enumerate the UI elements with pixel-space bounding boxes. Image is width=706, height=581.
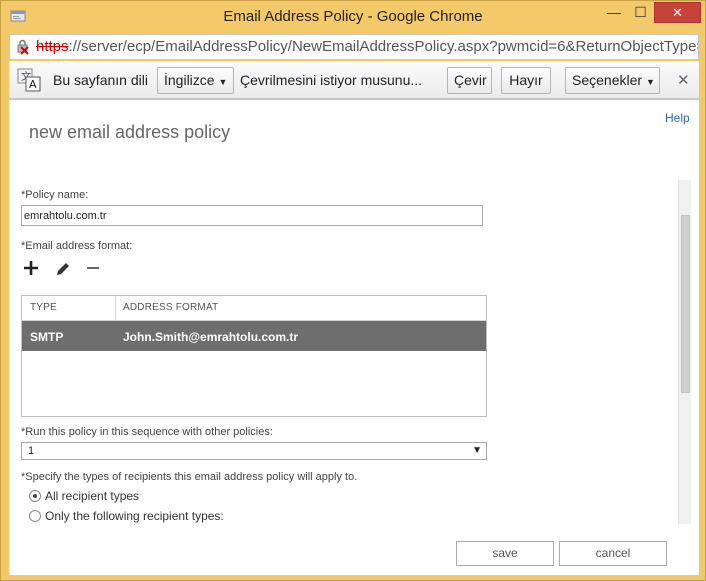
translate-prompt: Bu sayfanın dili: [53, 72, 148, 88]
address-bar[interactable]: https://server/ecp/EmailAddressPolicy/Ne…: [9, 34, 699, 60]
remove-icon[interactable]: [85, 260, 101, 281]
translate-question: Çevrilmesini istiyor musunu...: [240, 72, 423, 88]
policy-name-label: *Policy name:: [21, 189, 89, 201]
recipients-label: *Specify the types of recipients this em…: [21, 471, 358, 483]
address-format-label: *Email address format:: [21, 240, 133, 252]
radio-unchecked-icon: [29, 510, 41, 522]
column-address-format[interactable]: ADDRESS FORMAT: [123, 302, 218, 313]
maximize-button[interactable]: ☐: [627, 2, 654, 23]
close-translate-icon[interactable]: ✕: [677, 71, 690, 89]
add-icon[interactable]: [23, 260, 39, 281]
format-toolbar: [23, 260, 113, 282]
sequence-label: *Run this policy in this sequence with o…: [21, 426, 273, 438]
help-link[interactable]: Help: [665, 111, 690, 125]
url-path: ://server/ecp/EmailAddressPolicy/NewEmai…: [68, 38, 699, 55]
radio-following-recipients[interactable]: Only the following recipient types:: [29, 509, 224, 523]
sequence-select[interactable]: 1 ▼: [21, 442, 487, 460]
radio-following-label: Only the following recipient types:: [45, 509, 224, 523]
translate-bar: 文 A Bu sayfanın dili İngilizce ▼ Çevrilm…: [9, 61, 699, 99]
address-format-grid: TYPE ADDRESS FORMAT SMTP John.Smith@emra…: [21, 295, 487, 417]
content-scrollbar[interactable]: [678, 180, 691, 524]
cancel-button[interactable]: cancel: [559, 541, 667, 566]
dropdown-arrow-icon: ▼: [472, 445, 482, 456]
save-button[interactable]: save: [456, 541, 554, 566]
browser-window: Email Address Policy - Google Chrome — ☐…: [0, 0, 706, 581]
title-bar[interactable]: Email Address Policy - Google Chrome — ☐…: [1, 1, 705, 34]
radio-all-recipients[interactable]: All recipient types: [29, 489, 139, 503]
chevron-down-icon: ▼: [645, 77, 655, 87]
chevron-down-icon: ▼: [218, 77, 228, 87]
edit-icon[interactable]: [55, 261, 71, 282]
svg-text:A: A: [29, 78, 37, 91]
sequence-value: 1: [28, 445, 35, 457]
scrollbar-thumb[interactable]: [681, 215, 690, 393]
row-type: SMTP: [30, 330, 64, 344]
translate-button[interactable]: Çevir: [447, 67, 492, 94]
column-type[interactable]: TYPE: [30, 302, 57, 313]
language-select[interactable]: İngilizce ▼: [157, 67, 234, 94]
column-divider: [115, 296, 116, 321]
language-label: İngilizce: [164, 72, 215, 88]
url-text[interactable]: https://server/ecp/EmailAddressPolicy/Ne…: [36, 38, 699, 55]
grid-header: TYPE ADDRESS FORMAT: [22, 296, 486, 321]
options-label: Seçenekler: [572, 72, 643, 88]
url-scheme: https: [36, 38, 69, 55]
dialog-content: Help new email address policy *Policy na…: [9, 100, 699, 575]
minimize-button[interactable]: —: [601, 2, 627, 23]
radio-checked-icon: [29, 490, 41, 502]
options-button[interactable]: Seçenekler ▼: [565, 67, 660, 94]
close-window-button[interactable]: ✕: [654, 2, 701, 23]
insecure-lock-icon: [17, 39, 29, 55]
policy-name-input[interactable]: [21, 205, 483, 226]
row-format: John.Smith@emrahtolu.com.tr: [123, 330, 299, 344]
table-row[interactable]: SMTP John.Smith@emrahtolu.com.tr: [22, 321, 486, 351]
radio-all-label: All recipient types: [45, 489, 140, 503]
translate-icon: 文 A: [17, 68, 41, 92]
page-title: new email address policy: [29, 122, 231, 142]
no-button[interactable]: Hayır: [501, 67, 551, 94]
window-title: Email Address Policy - Google Chrome: [223, 8, 483, 25]
